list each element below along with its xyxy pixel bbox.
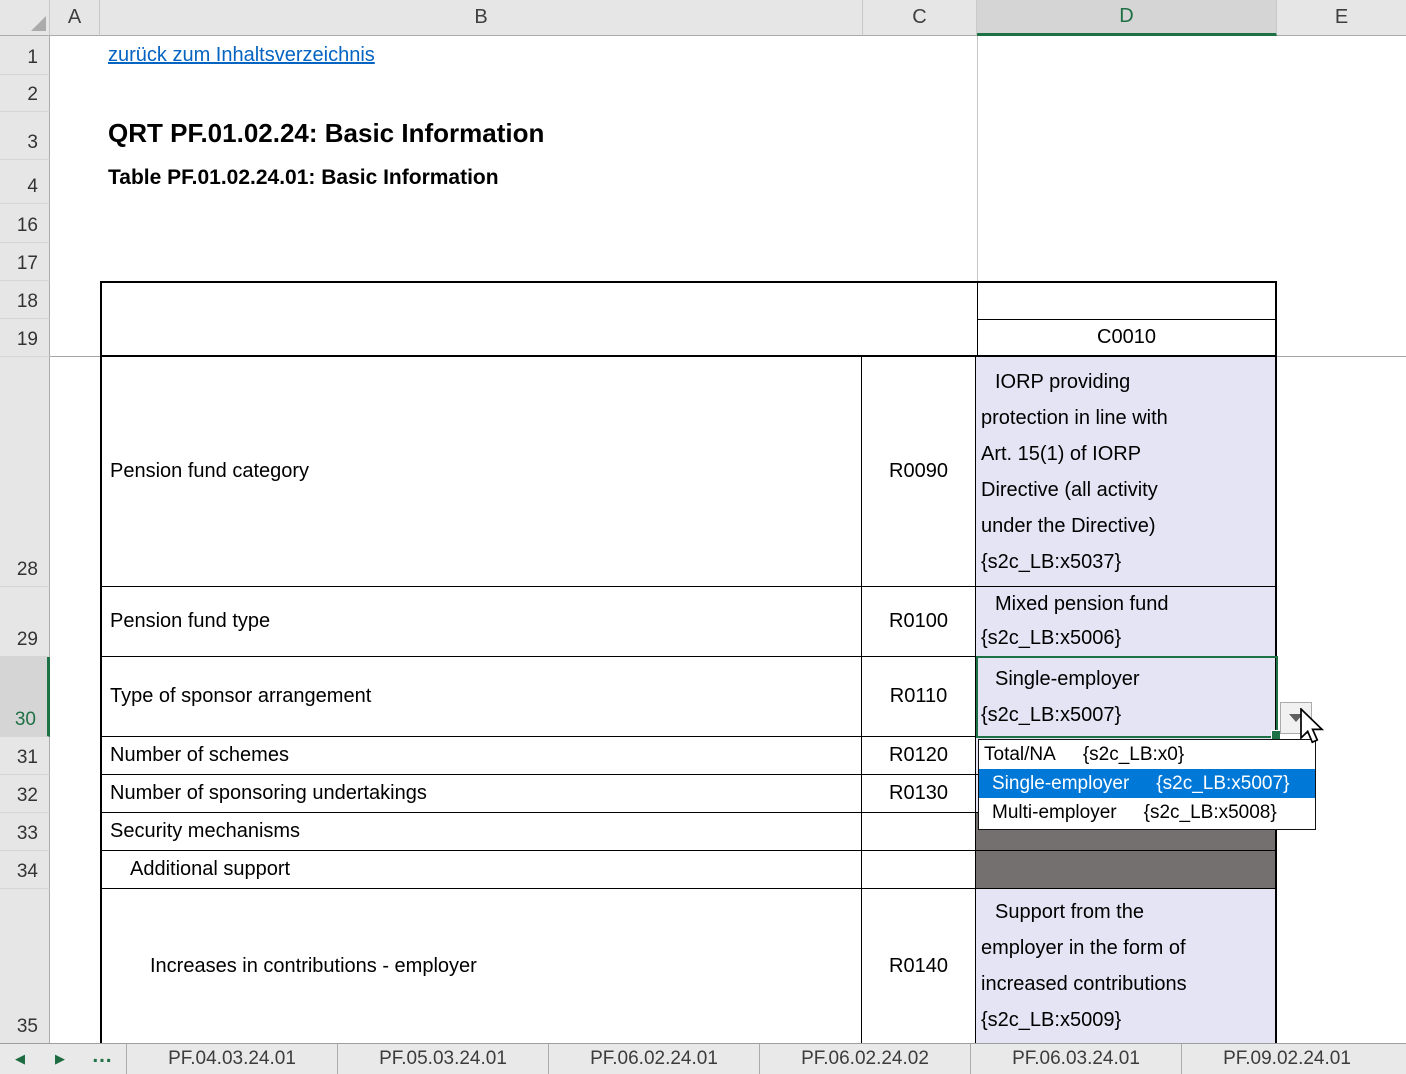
column-header-a[interactable]: A (50, 0, 100, 36)
sheet-nav-left-icon[interactable]: ◀ (0, 1044, 40, 1074)
row-label-cell[interactable]: Security mechanisms (102, 813, 861, 850)
row-header-34[interactable]: 34 (0, 851, 50, 889)
row-header-3[interactable]: 3 (0, 112, 50, 160)
sheet-tab-bar: ◀ ▶ … PF.04.03.24.01 PF.05.03.24.01 PF.0… (0, 1043, 1406, 1074)
row-header-29[interactable]: 29 (0, 587, 50, 657)
row-code-cell[interactable] (861, 851, 975, 888)
row-header-17[interactable]: 17 (0, 243, 50, 281)
table-subtitle: Table PF.01.02.24.01: Basic Information (108, 166, 499, 190)
sheet-tab-pf-09-02-24-01[interactable]: PF.09.02.24.01 (1181, 1044, 1392, 1074)
dropdown-button[interactable] (1280, 702, 1312, 734)
table-row: Pension fund category R0090 IORP providi… (102, 357, 1275, 587)
row-code-cell[interactable]: R0140 (861, 889, 975, 1043)
row-header-16[interactable]: 16 (0, 204, 50, 243)
row-header-28[interactable]: 28 (0, 357, 50, 587)
table-row: Additional support (102, 851, 1275, 889)
row-code-cell[interactable]: R0090 (861, 357, 975, 586)
row-code-cell[interactable]: R0100 (861, 587, 975, 656)
column-code-cell[interactable]: C0010 (978, 320, 1275, 355)
column-header-e[interactable]: E (1277, 0, 1406, 36)
sheet-overflow-button[interactable]: … (80, 1044, 126, 1074)
row-label-cell[interactable]: Pension fund category (102, 357, 861, 586)
chevron-down-icon (1289, 714, 1303, 722)
row-code-cell[interactable]: R0120 (861, 737, 975, 774)
row-header-33[interactable]: 33 (0, 813, 50, 851)
row-label-cell[interactable]: Increases in contributions - employer (102, 889, 861, 1043)
select-all-corner[interactable] (0, 0, 50, 36)
row-header-35[interactable]: 35 (0, 889, 50, 1043)
dropdown-item-multi-employer[interactable]: Multi-employer {s2c_LB:x5008} (979, 798, 1315, 827)
sheet-nav-right-icon[interactable]: ▶ (40, 1044, 80, 1074)
row-header-31[interactable]: 31 (0, 737, 50, 775)
row-label-cell[interactable]: Number of sponsoring undertakings (102, 775, 861, 812)
row-label-cell[interactable]: Number of schemes (102, 737, 861, 774)
dropdown-item-total-na[interactable]: Total/NA {s2c_LB:x0} (979, 740, 1315, 769)
value-cell[interactable]: IORP providing protection in line with A… (975, 357, 1275, 586)
page-break-line-vertical (977, 36, 978, 281)
column-header-b[interactable]: B (100, 0, 863, 36)
row-header-1[interactable]: 1 (0, 36, 50, 75)
dropdown-item-single-employer-selected[interactable]: Single-employer {s2c_LB:x5007} (979, 769, 1315, 798)
row-code-cell[interactable]: R0110 (861, 657, 975, 736)
select-all-triangle-icon (31, 16, 46, 31)
column-header-d-selected[interactable]: D (977, 0, 1277, 36)
validation-dropdown-list: Total/NA {s2c_LB:x0} Single-employer {s2… (978, 739, 1316, 830)
column-code-area: C0010 (977, 283, 1275, 355)
row-label-cell[interactable]: Additional support (102, 851, 861, 888)
row-header-18[interactable]: 18 (0, 281, 50, 319)
table-row: Pension fund type R0100 Mixed pension fu… (102, 587, 1275, 657)
row-label-cell[interactable]: Type of sponsor arrangement (102, 657, 861, 736)
value-cell[interactable]: Mixed pension fund {s2c_LB:x5006} (975, 587, 1275, 656)
disabled-value-cell[interactable] (975, 851, 1275, 888)
basic-information-table: Pension fund category R0090 IORP providi… (100, 357, 1277, 1043)
table-row: Type of sponsor arrangement R0110 Single… (102, 657, 1275, 737)
spreadsheet-window: A B C D E 1 2 3 4 16 17 18 19 28 29 30 3… (0, 0, 1406, 1074)
sheet-tab-pf-06-02-24-01[interactable]: PF.06.02.24.01 (548, 1044, 759, 1074)
row-header-30-selected[interactable]: 30 (0, 657, 50, 737)
page-title: QRT PF.01.02.24: Basic Information (108, 118, 544, 149)
sheet-tab-pf-05-03-24-01[interactable]: PF.05.03.24.01 (337, 1044, 548, 1074)
row-label-cell[interactable]: Pension fund type (102, 587, 861, 656)
row-header-32[interactable]: 32 (0, 775, 50, 813)
active-value-cell[interactable]: Single-employer {s2c_LB:x5007} (975, 657, 1275, 736)
row-header-2[interactable]: 2 (0, 75, 50, 112)
row-header-19[interactable]: 19 (0, 319, 50, 357)
sheet-tab-pf-06-03-24-01[interactable]: PF.06.03.24.01 (970, 1044, 1181, 1074)
column-header-c[interactable]: C (863, 0, 977, 36)
row-code-cell[interactable] (861, 813, 975, 850)
table-header-box: C0010 (100, 281, 1277, 357)
value-cell[interactable]: Support from the employer in the form of… (975, 889, 1275, 1043)
sheet-tab-pf-04-03-24-01[interactable]: PF.04.03.24.01 (126, 1044, 337, 1074)
row-header-4[interactable]: 4 (0, 160, 50, 204)
sheet-tab-pf-06-02-24-02[interactable]: PF.06.02.24.02 (759, 1044, 970, 1074)
table-row: Increases in contributions - employer R0… (102, 889, 1275, 1043)
back-to-toc-link[interactable]: zurück zum Inhaltsverzeichnis (108, 44, 375, 67)
row-code-cell[interactable]: R0130 (861, 775, 975, 812)
